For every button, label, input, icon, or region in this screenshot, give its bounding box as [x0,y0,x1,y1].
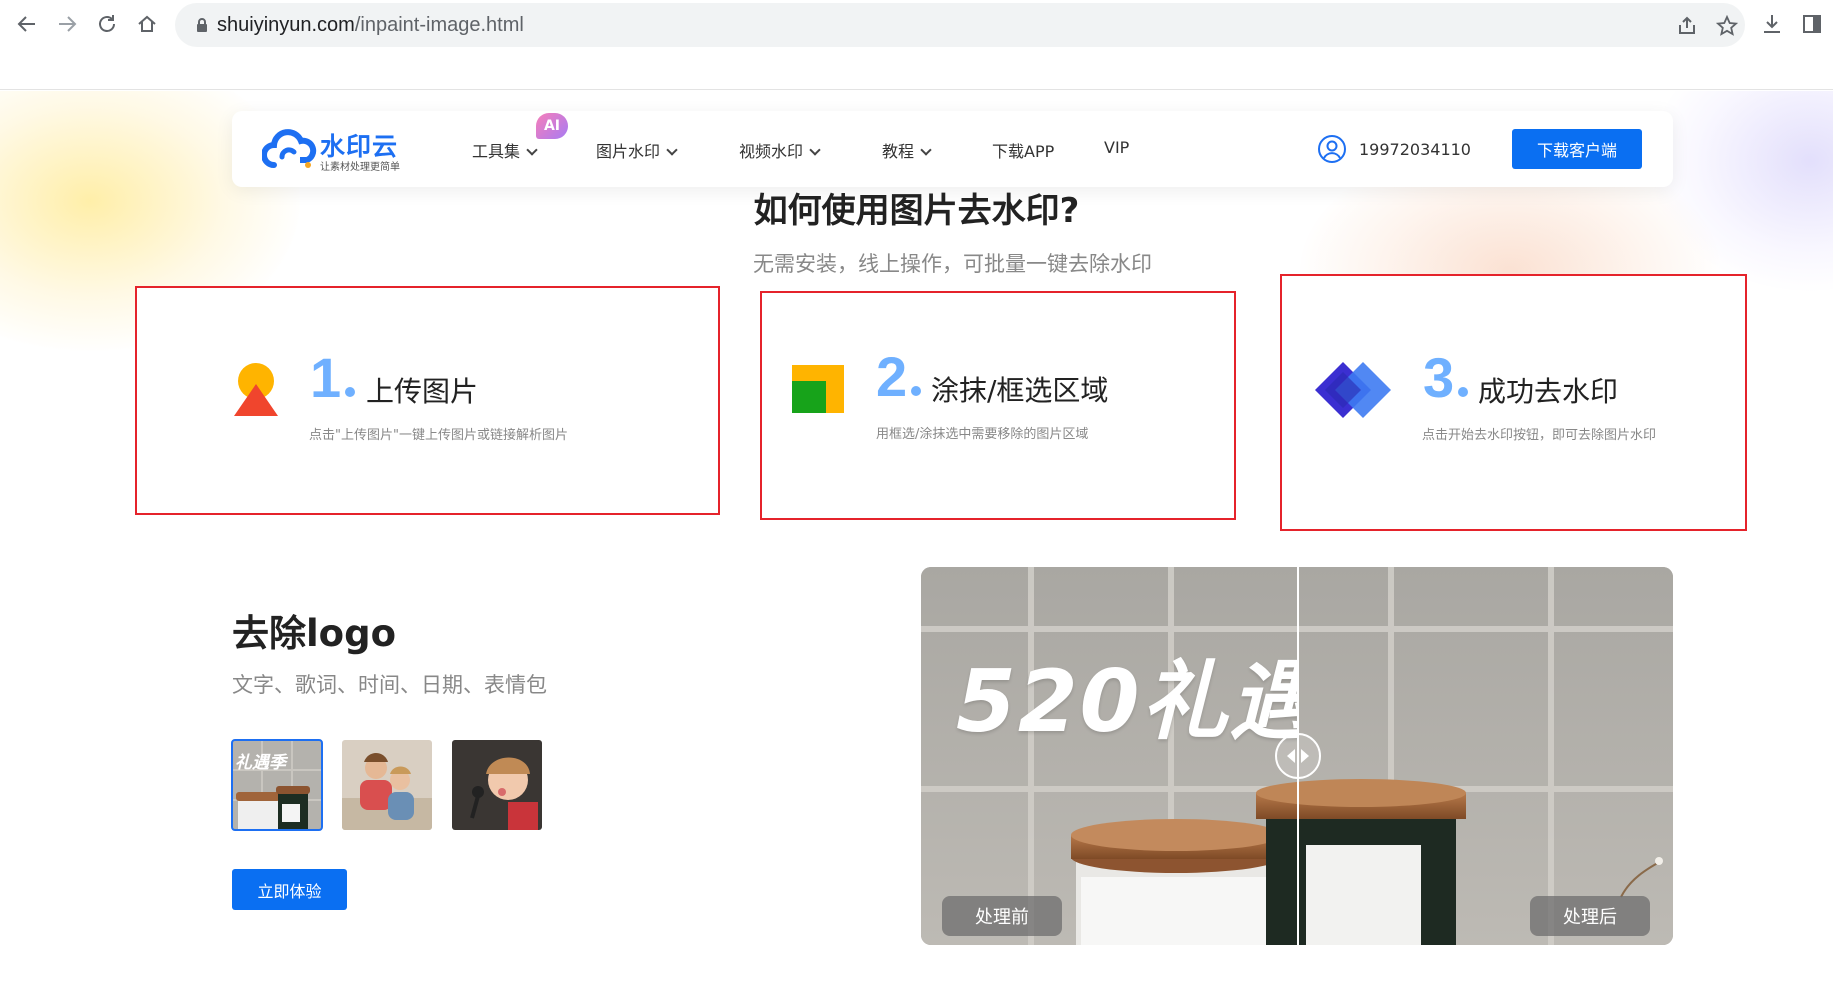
remove-logo-subtitle: 文字、歌词、时间、日期、表情包 [232,673,547,697]
step-dot [911,386,922,396]
menu-video-watermark-label: 视频水印 [739,142,804,161]
menu-image-watermark-label: 图片水印 [596,142,661,161]
user-phone: 19972034110 [1359,139,1471,159]
thumbnail-image [342,740,432,830]
compare-slider-handle[interactable] [1275,733,1321,779]
try-now-button[interactable]: 立即体验 [232,869,347,910]
browser-chrome: shuiyinyun.com/inpaint-image.html [0,0,1833,90]
download-icon[interactable] [1758,10,1786,38]
side-panel-icon[interactable] [1798,10,1826,38]
menu-vip[interactable]: VIP [1104,138,1129,157]
menu-image-watermark[interactable]: 图片水印 [596,138,678,162]
lock-icon [197,18,207,32]
site-header: 水印云 让素材处理更简单 工具集 AI 图片水印 视频水印 教程 下载APP V… [232,111,1673,187]
download-client-button[interactable]: 下载客户端 [1512,129,1642,169]
step-number-1: 1 [310,346,342,409]
site-logo[interactable]: 水印云 让素材处理更简单 [262,123,422,175]
step-label: 上传图片 [366,375,479,408]
step-number: 3 [1423,350,1469,406]
success-step-icon [1315,362,1391,418]
step-label: 成功去水印 [1478,375,1619,408]
chevron-down-icon [920,144,932,156]
logo-slogan: 让素材处理更简单 [320,162,400,173]
menu-video-watermark[interactable]: 视频水印 [739,138,821,162]
chevron-down-icon [666,144,678,156]
cloud-logo-icon [262,129,317,168]
share-icon[interactable] [1675,14,1699,38]
sample-thumbnail-logo[interactable]: 礼遇季 [231,739,323,831]
step-number-2: 2 [876,345,908,408]
thumbnail-watermark-text: 礼遇季 [235,753,286,773]
page-viewport: 水印云 让素材处理更简单 工具集 AI 图片水印 视频水印 教程 下载APP V… [0,91,1833,994]
sample-thumbnail-family[interactable] [342,740,432,830]
menu-tutorial[interactable]: 教程 [882,138,932,162]
menu-download-app[interactable]: 下载APP [992,138,1054,162]
step-number: 2 [876,349,922,405]
howto-title: 如何使用图片去水印? [753,191,1080,231]
chevron-down-icon [809,144,821,156]
arrow-right-icon [1301,749,1309,763]
step-card-select: 2 涂抹/框选区域 用框选/涂抹选中需要移除的图片区域 [760,291,1236,520]
home-icon[interactable] [131,8,163,40]
thumbnail-image [452,740,542,830]
menu-tutorial-label: 教程 [882,142,915,161]
bookmark-star-icon[interactable] [1715,14,1739,38]
step-desc: 用框选/涂抹选中需要移除的图片区域 [876,427,1089,442]
user-avatar-icon [1318,135,1346,163]
step-card-upload: 1 上传图片 点击"上传图片"一键上传图片或链接解析图片 [135,286,720,515]
step-dot [1458,387,1469,397]
step-number-3: 3 [1423,346,1455,409]
before-region: 520礼遇季 [921,567,1298,945]
upload-step-icon [234,363,278,416]
step-dot [345,387,356,397]
user-account[interactable]: 19972034110 [1317,133,1471,165]
url-host: shuiyinyun.com [217,14,355,36]
menu-tools[interactable]: 工具集 [472,138,538,162]
reload-icon[interactable] [91,8,123,40]
after-label: 处理后 [1530,896,1650,936]
remove-logo-title: 去除logo [232,612,397,655]
menu-tools-label: 工具集 [472,142,521,161]
back-arrow-icon[interactable] [11,8,43,40]
before-after-compare[interactable]: 520礼遇季 处理前 处理后 [921,567,1673,945]
sample-thumbnail-child[interactable] [452,740,542,830]
step-label: 涂抹/框选区域 [931,374,1109,407]
step-number: 1 [310,350,356,406]
step-card-success: 3 成功去水印 点击开始去水印按钮，即可去除图片水印 [1280,274,1747,531]
arrow-left-icon [1287,749,1295,763]
address-bar[interactable]: shuiyinyun.com/inpaint-image.html [175,3,1745,47]
chevron-down-icon [526,144,538,156]
url-text: shuiyinyun.com/inpaint-image.html [217,14,524,37]
step-desc: 点击开始去水印按钮，即可去除图片水印 [1422,428,1657,443]
step-desc: 点击"上传图片"一键上传图片或链接解析图片 [309,428,568,443]
ai-badge: AI [536,113,568,139]
menu-vip-label: VIP [1104,138,1130,157]
select-area-step-icon [792,365,844,413]
watermark-text: 520礼遇季 [956,652,1298,752]
menu-download-app-label: 下载APP [992,142,1055,161]
forward-arrow-icon[interactable] [51,8,83,40]
url-path: /inpaint-image.html [354,14,524,36]
before-label: 处理前 [942,896,1062,936]
